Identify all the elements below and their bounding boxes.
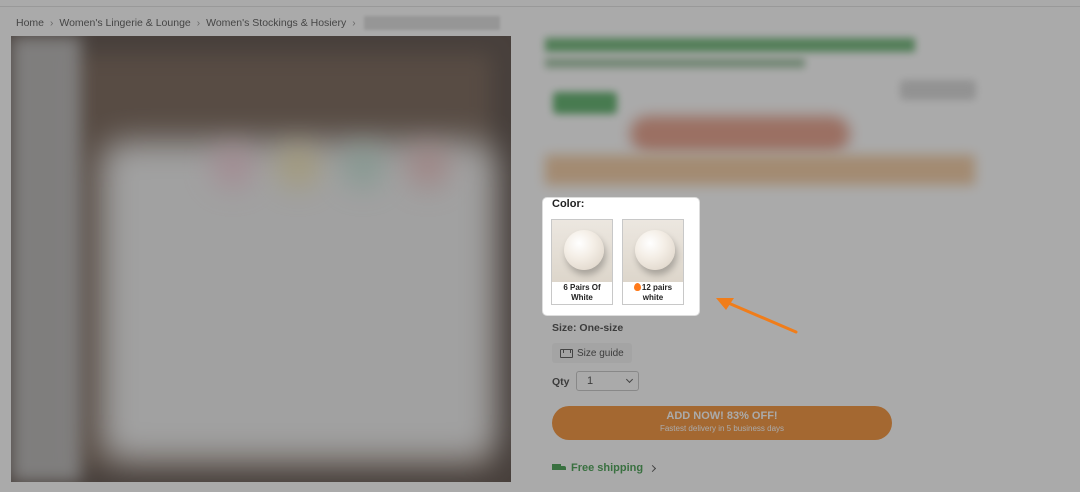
breadcrumb-current-redacted [363,16,500,30]
swatch-caption: 12 pairs white [623,283,683,303]
image-tint-red [406,144,450,188]
chevron-right-icon [649,464,657,472]
breadcrumb-separator: › [50,17,54,29]
ruler-icon [560,348,573,358]
swatch-image [623,220,683,282]
qty-label: Qty [552,376,570,388]
image-tint-mint [341,144,385,188]
size-guide-button[interactable]: Size guide [552,343,632,363]
color-label: Color: [552,198,585,210]
chevron-down-icon [625,375,634,384]
add-to-cart-button[interactable]: ADD NOW! 83% OFF! Fastest delivery in 5 … [552,406,892,440]
cta-sub-label: Fastest delivery in 5 business days [659,424,785,433]
color-option-12-pairs[interactable]: 12 pairs white [622,219,684,305]
size-label: Size: One-size [552,322,624,334]
breadcrumb-stockings[interactable]: Women's Stockings & Hosiery [206,17,346,29]
size-guide-label: Size guide [577,347,624,359]
breadcrumb-separator: › [352,17,356,29]
price-redacted [630,116,850,152]
color-option-6-pairs[interactable]: 6 Pairs Of White [551,219,613,305]
white-ball-image [564,230,604,270]
image-tint-pink [211,144,255,188]
free-shipping-label: Free shipping [571,462,644,474]
fire-icon [633,283,641,291]
breadcrumb-lingerie[interactable]: Women's Lingerie & Lounge [59,17,190,29]
image-left-edge [11,36,81,482]
breadcrumb: Home › Women's Lingerie & Lounge › Women… [16,15,500,31]
white-ball-image [635,230,675,270]
color-selector: Color: 6 Pairs Of White 12 pairs white [543,198,699,315]
image-garment [101,141,496,461]
product-page: Home › Women's Lingerie & Lounge › Women… [0,0,1080,492]
pointer-arrow-icon [716,298,798,334]
badge-redacted [553,92,617,114]
header-divider [0,6,1080,7]
free-shipping-link[interactable]: Free shipping [552,462,657,474]
product-subtitle-redacted [545,58,805,68]
swatch-label: 6 Pairs Of White [563,283,601,302]
share-redacted [900,80,976,100]
swatch-image [552,220,612,282]
product-title-redacted [545,38,915,52]
product-image-blurred[interactable] [11,36,511,482]
cta-main-label: ADD NOW! 83% OFF! [666,410,778,422]
qty-select[interactable]: 1 [576,371,639,391]
truck-icon [552,463,566,473]
swatch-label: 12 pairs white [641,283,673,302]
breadcrumb-separator: › [196,17,201,29]
image-tint-yellow [276,144,320,188]
qty-value: 1 [587,375,594,387]
breadcrumb-home[interactable]: Home [16,17,44,29]
promo-bar-redacted [545,155,975,185]
